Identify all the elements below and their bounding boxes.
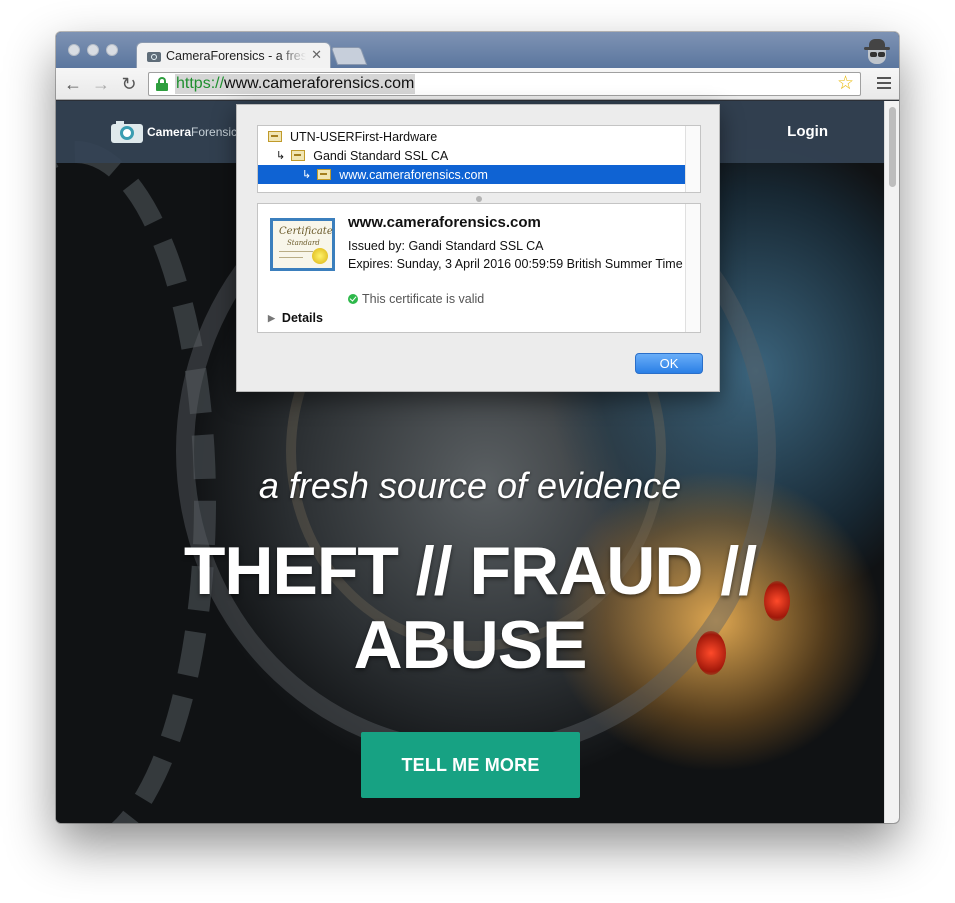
reload-button[interactable]: ↻ — [118, 73, 140, 95]
minimize-window-button[interactable] — [87, 44, 99, 56]
chrome-menu-button[interactable] — [877, 77, 891, 92]
details-scrollbar[interactable] — [685, 204, 700, 332]
incognito-icon — [863, 38, 891, 66]
browser-tab[interactable]: CameraForensics - a fresh source of evid… — [136, 42, 331, 68]
details-disclosure[interactable]: ▶ Details — [268, 311, 323, 325]
chain-item-intermediate[interactable]: ↳ Gandi Standard SSL CA — [258, 146, 686, 165]
certificate-chain-tree: UTN-USERFirst-Hardware ↳ Gandi Standard … — [257, 125, 701, 193]
chain-item-root[interactable]: UTN-USERFirst-Hardware — [258, 127, 686, 146]
close-window-button[interactable] — [68, 44, 80, 56]
certificate-status: This certificate is valid — [348, 292, 484, 306]
tab-title: CameraForensics - a fresh source of evid… — [166, 48, 306, 63]
tab-strip: CameraForensics - a fresh source of evid… — [56, 32, 899, 68]
scrollbar-thumb[interactable] — [889, 107, 896, 187]
chain-arrow-icon: ↳ — [302, 169, 312, 181]
chain-item-label: UTN-USERFirst-Hardware — [290, 129, 438, 144]
url-host: www.cameraforensics.com — [224, 75, 415, 92]
certificate-details-pane: Certificate Standard www.cameraforensics… — [257, 203, 701, 333]
hero-tagline: a fresh source of evidence — [258, 465, 682, 506]
address-bar[interactable]: https://www.cameraforensics.com ☆ — [148, 72, 861, 96]
bookmark-star-icon[interactable]: ☆ — [837, 73, 854, 95]
pane-splitter-handle[interactable] — [476, 196, 482, 202]
camera-favicon-icon — [147, 50, 161, 62]
logo-text: CameraForensics — [147, 125, 244, 139]
forward-button[interactable]: → — [90, 73, 112, 95]
certificate-icon — [291, 150, 306, 161]
tell-me-more-button[interactable]: TELL ME MORE — [361, 732, 580, 798]
certificate-large-icon: Certificate Standard — [270, 218, 335, 271]
new-tab-button[interactable] — [330, 47, 368, 65]
details-label: Details — [281, 311, 323, 325]
disclosure-triangle-icon[interactable]: ▶ — [268, 313, 275, 324]
certificate-status-text: This certificate is valid — [362, 292, 485, 306]
certificate-dialog: UTN-USERFirst-Hardware ↳ Gandi Standard … — [236, 104, 720, 392]
login-link[interactable]: Login — [787, 123, 828, 140]
ok-button[interactable]: OK — [635, 353, 703, 374]
certificate-issuer: Issued by: Gandi Standard SSL CA — [348, 239, 544, 253]
url-text[interactable]: https://www.cameraforensics.com — [175, 74, 416, 94]
chain-item-label: www.cameraforensics.com — [339, 167, 488, 182]
tab-close-icon[interactable]: ✕ — [311, 47, 322, 63]
chain-arrow-icon: ↳ — [276, 150, 286, 162]
check-icon — [348, 294, 358, 304]
browser-toolbar: ← → ↻ https://www.cameraforensics.com ☆ — [56, 68, 899, 100]
page-scrollbar[interactable] — [884, 101, 899, 823]
certificate-icon — [317, 169, 332, 180]
certificate-expiry: Expires: Sunday, 3 April 2016 00:59:59 B… — [348, 257, 683, 271]
back-button[interactable]: ← — [62, 73, 84, 95]
chain-item-leaf[interactable]: ↳ www.cameraforensics.com — [258, 165, 686, 184]
site-logo[interactable]: CameraForensics — [111, 121, 243, 143]
certificate-icon — [268, 131, 282, 142]
hero-headline: THEFT // FRAUD // ABUSE — [183, 533, 757, 683]
chain-item-label: Gandi Standard SSL CA — [313, 148, 449, 163]
zoom-window-button[interactable] — [106, 44, 118, 56]
url-scheme: https:// — [176, 75, 225, 92]
certificate-subject: www.cameraforensics.com — [348, 214, 541, 231]
lock-icon[interactable] — [156, 77, 168, 91]
browser-window: CameraForensics - a fresh source of evid… — [56, 32, 899, 823]
camera-logo-icon — [111, 121, 143, 143]
tree-scrollbar[interactable] — [685, 126, 700, 192]
